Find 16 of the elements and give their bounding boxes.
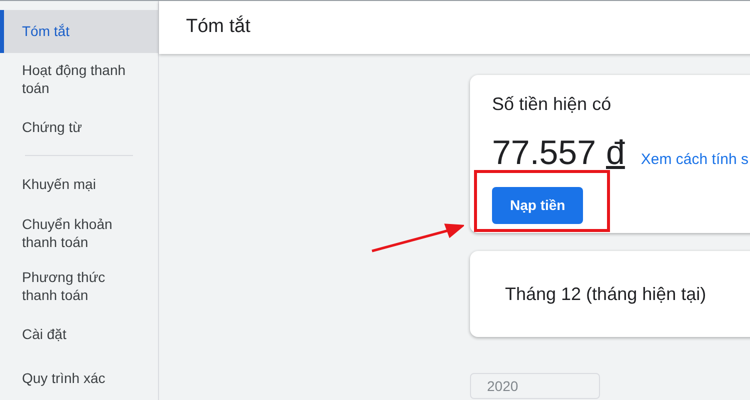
sidebar-item[interactable]: Phương thức thanh toán [0,259,158,312]
sidebar-item[interactable]: Quy trình xác [0,356,158,400]
month-title: Tháng 12 (tháng hiện tại) [505,282,706,306]
sidebar-item[interactable]: Khuyến mại [0,162,158,206]
sidebar-item[interactable]: Tóm tắt [0,10,158,53]
page-title: Tóm tắt [186,14,250,40]
balance-amount: 77.557 [492,133,596,174]
currency-symbol: đ [606,133,625,174]
card-title: Số tiền hiện có [492,93,612,116]
top-up-button[interactable]: Nạp tiền [492,187,584,224]
arrow-icon [370,223,464,253]
sidebar-item[interactable]: Cài đặt [0,312,158,356]
sidebar-item[interactable]: Hoạt động thanh toán [0,52,158,106]
sidebar-item[interactable]: Chứng từ [0,105,158,150]
sidebar-item[interactable]: Chuyển khoản thanh toán [0,206,158,260]
calculation-link[interactable]: Xem cách tính s [640,149,748,172]
